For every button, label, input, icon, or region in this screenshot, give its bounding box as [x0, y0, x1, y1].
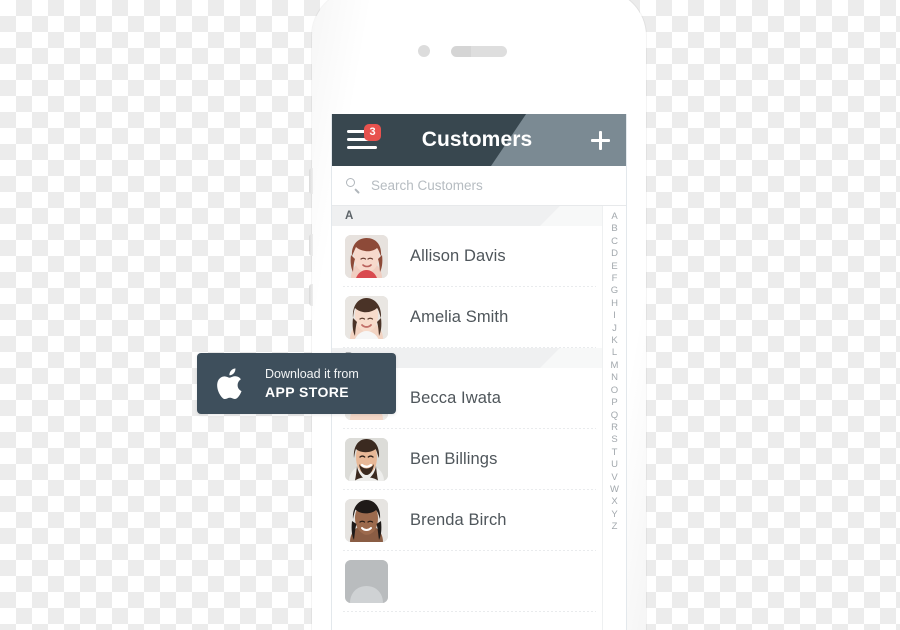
customer-list[interactable]: A Allison Davis Amelia Smith Becca Iwata… — [332, 206, 602, 630]
avatar — [345, 499, 388, 542]
app-store-download-badge[interactable]: Download it from APP STORE — [197, 353, 396, 414]
alpha-index-letter[interactable]: Y — [611, 509, 617, 521]
table-row[interactable]: Brenda Birch — [332, 490, 602, 551]
customer-name: Allison Davis — [410, 247, 506, 265]
alpha-index-letter[interactable]: H — [611, 298, 618, 310]
table-row[interactable] — [332, 551, 602, 612]
alpha-index-letter[interactable]: N — [611, 372, 618, 384]
customer-name: Ben Billings — [410, 450, 498, 468]
alpha-index-letter[interactable]: P — [611, 397, 617, 409]
mute-switch-button[interactable] — [309, 168, 313, 194]
alpha-index-letter[interactable]: S — [611, 434, 617, 446]
alpha-index-letter[interactable]: O — [611, 385, 618, 397]
section-letter: A — [345, 210, 354, 222]
customer-name: Becca Iwata — [410, 389, 501, 407]
camera-dot-icon — [418, 45, 430, 57]
search-bar[interactable]: Search Customers — [332, 166, 626, 206]
alpha-index-letter[interactable]: X — [611, 496, 617, 508]
avatar — [345, 438, 388, 481]
avatar — [345, 296, 388, 339]
alpha-index-letter[interactable]: L — [612, 347, 617, 359]
badge-subtitle: Download it from — [265, 366, 359, 381]
alpha-index-letter[interactable]: R — [611, 422, 618, 434]
table-row[interactable]: Ben Billings — [332, 429, 602, 490]
badge-title: APP STORE — [265, 383, 349, 400]
section-header-accent — [540, 206, 602, 226]
alpha-index-letter[interactable]: U — [611, 459, 618, 471]
phone-mockup: 3 Customers Search Customers A Allison D… — [309, 0, 646, 630]
alpha-index-letter[interactable]: M — [611, 360, 619, 372]
alpha-index-letter[interactable]: Z — [612, 521, 618, 533]
volume-up-button[interactable] — [309, 234, 313, 256]
alpha-index-letter[interactable]: I — [613, 310, 616, 322]
alpha-index-letter[interactable]: A — [611, 211, 617, 223]
alphabet-index[interactable]: A B C D E F G H I J K L M N O P Q R S T — [602, 206, 626, 630]
section-header-accent — [540, 348, 602, 368]
table-row[interactable]: Amelia Smith — [332, 287, 602, 348]
volume-down-button[interactable] — [309, 284, 313, 306]
section-header-a: A — [332, 206, 602, 226]
alpha-index-letter[interactable]: F — [612, 273, 618, 285]
customer-name: Amelia Smith — [410, 308, 509, 326]
table-row[interactable]: Allison Davis — [332, 226, 602, 287]
alpha-index-letter[interactable]: V — [611, 472, 617, 484]
app-header: 3 Customers — [332, 114, 626, 166]
alpha-index-letter[interactable]: K — [611, 335, 617, 347]
apple-logo-icon — [215, 364, 249, 404]
add-customer-button[interactable] — [591, 131, 610, 150]
avatar — [345, 235, 388, 278]
alpha-index-letter[interactable]: E — [611, 261, 617, 273]
alpha-index-letter[interactable]: W — [610, 484, 619, 496]
alpha-index-letter[interactable]: Q — [611, 410, 618, 422]
app-store-badge-text: Download it from APP STORE — [265, 367, 359, 400]
search-icon — [346, 178, 361, 193]
alpha-index-letter[interactable]: C — [611, 236, 618, 248]
alpha-index-letter[interactable]: J — [612, 323, 617, 335]
earpiece-speaker-icon — [451, 46, 507, 57]
avatar — [345, 560, 388, 603]
search-input[interactable]: Search Customers — [371, 178, 483, 193]
customer-name: Brenda Birch — [410, 511, 507, 529]
alpha-index-letter[interactable]: B — [611, 223, 617, 235]
customer-list-area: A Allison Davis Amelia Smith Becca Iwata… — [332, 206, 626, 630]
alpha-index-letter[interactable]: D — [611, 248, 618, 260]
page-title: Customers — [421, 128, 533, 151]
alpha-index-letter[interactable]: G — [611, 285, 618, 297]
alpha-index-letter[interactable]: T — [612, 447, 618, 459]
